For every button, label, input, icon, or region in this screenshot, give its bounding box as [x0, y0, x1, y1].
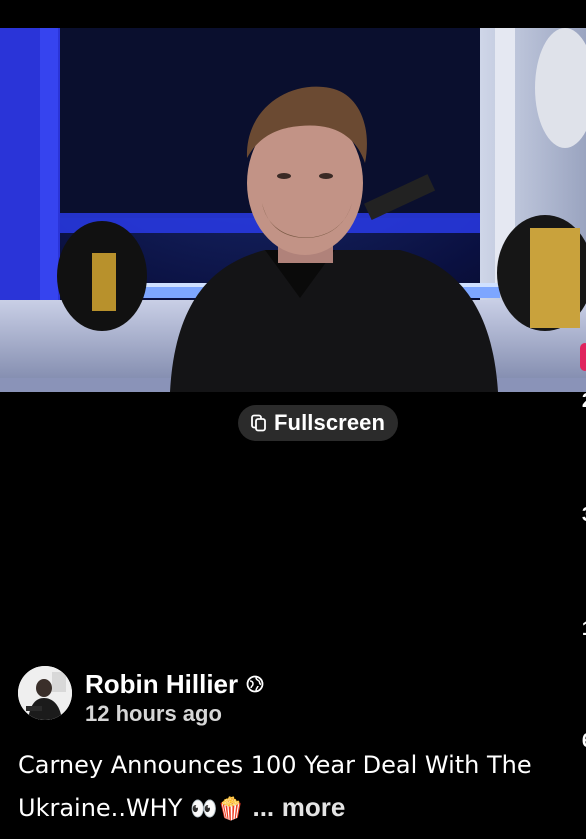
adjacent-content-strip: 2 ( 3 / 1 6 — [578, 0, 586, 839]
notification-dot — [580, 343, 586, 371]
video-thumbnail — [0, 28, 586, 392]
caption-ellipsis: ... — [252, 792, 275, 822]
post-header: Robin Hillier 12 hours ago — [18, 666, 264, 728]
strip-text-5: 1 — [582, 618, 586, 641]
see-more-link[interactable]: more — [282, 792, 346, 822]
fullscreen-label: Fullscreen — [274, 410, 386, 435]
post-caption: Carney Announces 100 Year Deal With The … — [18, 744, 568, 831]
strip-text-1: 2 — [582, 390, 586, 413]
author-name[interactable]: Robin Hillier — [85, 668, 238, 700]
caption-emojis: 👀🍿 — [190, 797, 245, 822]
strip-text-3: 3 — [582, 504, 586, 527]
fullscreen-icon — [251, 414, 266, 432]
caption-text: Carney Announces 100 Year Deal With The … — [18, 751, 532, 822]
fullscreen-button[interactable]: Fullscreen — [238, 405, 399, 441]
globe-icon — [246, 675, 264, 693]
post-timestamp: 12 hours ago — [85, 701, 222, 726]
avatar-image — [18, 666, 72, 720]
strip-text-6: 6 — [582, 730, 586, 753]
avatar[interactable] — [18, 666, 72, 720]
video-player[interactable] — [0, 28, 586, 392]
